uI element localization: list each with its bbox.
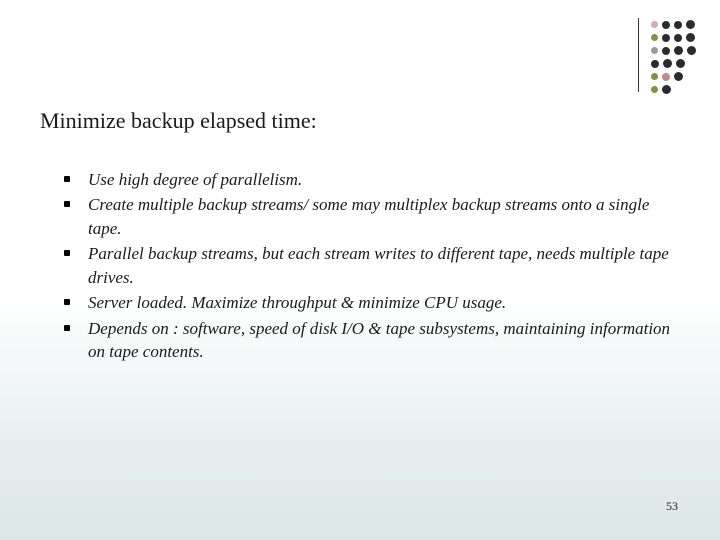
decor-dot [674, 21, 682, 29]
decor-dot [662, 21, 670, 29]
corner-decoration [638, 18, 696, 94]
decor-dot [651, 47, 658, 54]
decor-dot [676, 59, 685, 68]
decor-dot [651, 21, 658, 28]
bullet-list: Use high degree of parallelism. Create m… [40, 168, 672, 364]
decor-dot [651, 34, 658, 41]
decor-dot [674, 72, 683, 81]
decor-dot [651, 60, 659, 68]
list-item: Depends on : software, speed of disk I/O… [64, 317, 672, 364]
slide-body: Minimize backup elapsed time: Use high d… [0, 0, 720, 364]
list-item: Parallel backup streams, but each stream… [64, 242, 672, 289]
page-number: 53 [666, 499, 678, 514]
decor-dot-grid [651, 18, 696, 94]
decor-dot [674, 34, 682, 42]
decor-dot [662, 85, 671, 94]
decor-dot [662, 34, 670, 42]
list-item: Create multiple backup streams/ some may… [64, 193, 672, 240]
decor-dot [662, 47, 670, 55]
decor-dot [663, 59, 672, 68]
list-item: Use high degree of parallelism. [64, 168, 672, 191]
decor-dot [687, 46, 696, 55]
decor-dot [662, 73, 670, 81]
decor-dot [686, 20, 695, 29]
slide-title: Minimize backup elapsed time: [40, 108, 672, 134]
decor-dot [686, 33, 695, 42]
decor-dot [651, 86, 658, 93]
decor-dot [651, 73, 658, 80]
decor-dot [674, 46, 683, 55]
decor-divider [638, 18, 639, 92]
list-item: Server loaded. Maximize throughput & min… [64, 291, 672, 314]
